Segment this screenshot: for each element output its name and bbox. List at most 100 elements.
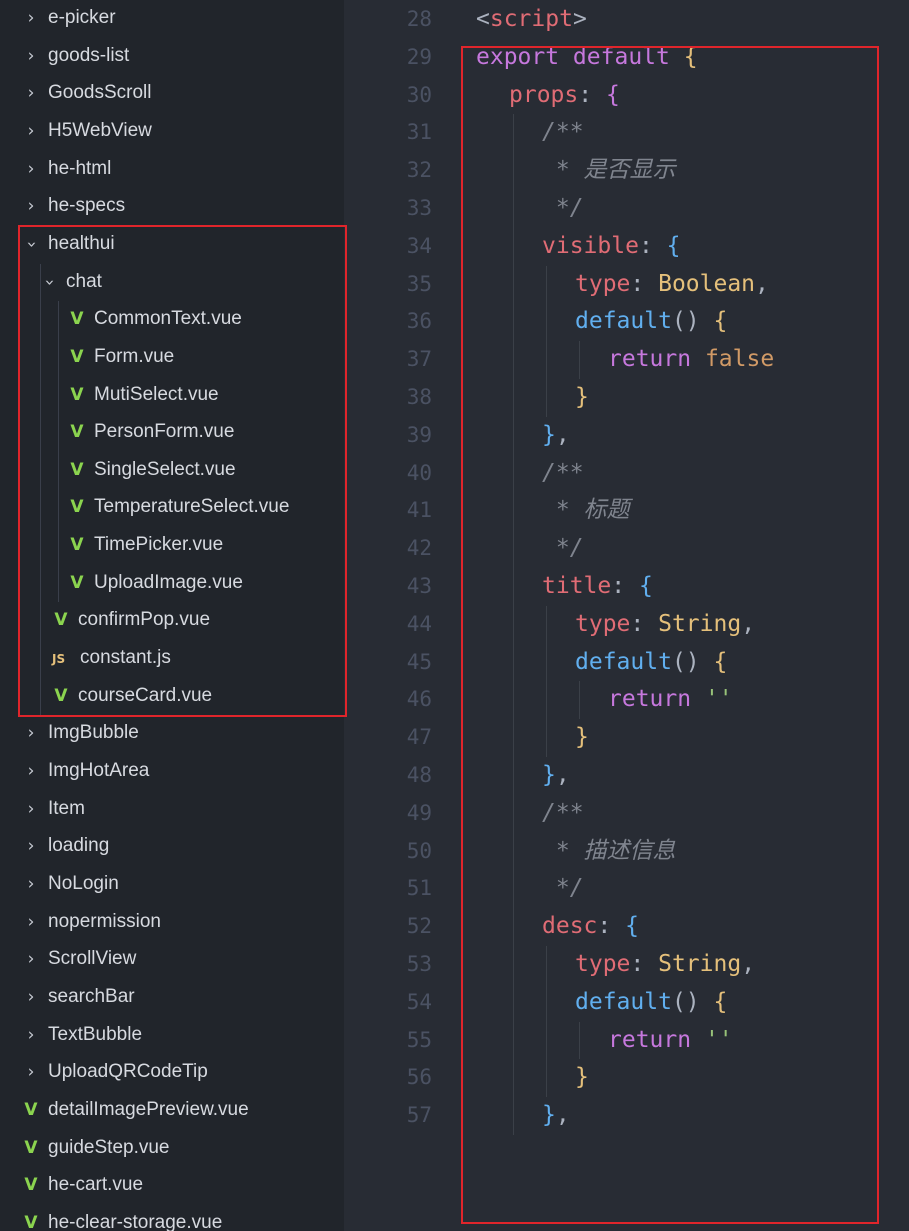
code-line[interactable]: default() { [575,984,727,1022]
sidebar-folder-item[interactable]: › chat [0,263,102,300]
code-token: */ [542,195,584,221]
sidebar-file-item[interactable]: VconfirmPop.vue [0,601,210,638]
code-line[interactable]: } [575,379,589,417]
code-line[interactable]: */ [542,870,584,908]
code-line[interactable]: } [575,1059,589,1097]
sidebar-file-item[interactable]: V SingleSelect.vue [0,451,235,488]
vue-file-icon: V [70,459,84,480]
sidebar-item-label: courseCard.vue [78,684,213,706]
sidebar-folder-item[interactable]: › goods-list [0,37,130,74]
code-token: : [630,951,659,977]
code-line[interactable]: */ [542,530,584,568]
sidebar-folder-item[interactable]: › NoLogin [0,865,119,902]
code-indent-guide [513,227,514,266]
sidebar-file-item[interactable]: V TimePicker.vue [0,526,223,563]
code-line[interactable]: /** [542,455,584,493]
code-token: } [575,1064,589,1091]
chevron-right-icon: › [27,723,35,744]
code-line[interactable]: /** [542,795,584,833]
code-indent-guide [579,341,580,379]
sidebar-item-label: searchBar [48,985,135,1007]
sidebar-file-item[interactable]: Vhe-cart.vue [0,1166,143,1203]
code-line[interactable]: export default { [476,39,698,77]
code-token: } [575,384,589,410]
code-line[interactable]: desc: { [542,908,639,946]
code-line[interactable]: type: String, [575,606,755,644]
sidebar-folder-item[interactable]: › he-specs [0,187,126,224]
code-line[interactable]: /** [542,114,584,152]
sidebar-item-label: ImgBubble [48,722,139,744]
code-line[interactable]: }, [542,757,570,795]
code-line[interactable]: type: String, [575,946,755,984]
sidebar-folder-item[interactable]: › e-picker [0,0,116,36]
chevron-right-icon: › [27,83,35,104]
sidebar-file-item[interactable]: V MutiSelect.vue [0,376,218,413]
sidebar-item-label: he-specs [48,195,126,217]
code-line[interactable]: title: { [542,568,653,606]
code-token: Boolean [658,270,756,297]
line-number: 31 [406,120,432,145]
chevron-right-icon: › [27,761,35,781]
code-line[interactable]: return '' [608,681,733,719]
vue-file-icon: V [70,535,84,556]
sidebar-folder-item[interactable]: › ScrollView [0,940,137,977]
code-line[interactable]: } [575,719,589,757]
code-token: , [755,270,769,297]
code-token: visible [542,232,639,259]
code-indent-guide [546,605,547,644]
code-token: } [542,421,556,448]
sidebar-folder-item[interactable]: › searchBar [0,978,135,1015]
sidebar-item-label: he-clear-storage.vue [48,1211,223,1231]
chevron-right-icon: › [27,1062,35,1083]
code-indent-guide [513,946,514,984]
sidebar-file-item[interactable]: Vhe-clear-storage.vue [0,1204,222,1231]
sidebar-folder-item[interactable]: › ImgBubble [0,714,139,751]
sidebar-folder-item[interactable]: › TextBubble [0,1016,142,1053]
code-line[interactable]: props: { [509,77,620,115]
code-line[interactable]: return false [608,341,774,379]
code-line[interactable]: return '' [608,1022,733,1060]
line-number: 51 [406,876,432,901]
sidebar-file-item[interactable]: V PersonForm.vue [0,413,234,450]
code-line[interactable]: */ [542,190,584,228]
sidebar-folder-item[interactable]: › GoodsScroll [0,74,152,111]
sidebar-folder-item[interactable]: › UploadQRCodeTip [0,1053,208,1090]
sidebar-file-item[interactable]: VcourseCard.vue [0,677,212,714]
sidebar-folder-item[interactable]: › Item [0,790,85,827]
sidebar-folder-item[interactable]: › loading [0,827,110,864]
sidebar-file-item[interactable]: V Form.vue [0,338,174,375]
code-line[interactable]: * 描述信息 [542,833,676,871]
code-line[interactable]: }, [542,417,570,455]
line-number: 34 [406,233,432,258]
sidebar-file-item[interactable]: V CommonText.vue [0,300,241,337]
line-number: 48 [406,763,432,787]
code-line[interactable]: * 是否显示 [542,152,676,190]
code-line[interactable]: <script> [476,1,587,39]
sidebar-folder-item[interactable]: › H5WebView [0,112,152,149]
code-indent-guide [513,983,514,1022]
code-token: { [713,308,728,335]
code-token: > [572,6,587,32]
code-indent-guide [513,190,514,228]
chevron-down-icon: › [39,278,60,286]
sidebar-folder-item[interactable]: › ImgHotArea [0,752,150,789]
sidebar-file-item[interactable]: JS constant.js [0,639,171,676]
code-line[interactable]: default() { [575,303,727,341]
chevron-right-icon: › [27,45,35,66]
code-line[interactable]: }, [542,1097,570,1135]
code-indent-guide [513,643,514,682]
sidebar-file-item[interactable]: VguideStep.vue [0,1129,169,1166]
code-editor[interactable]: 28 <script> 29 export default {30 props: {31… [344,0,909,1231]
sidebar-folder-item[interactable]: › healthui [0,225,115,262]
code-line[interactable]: * 标题 [542,492,630,530]
line-number: 55 [406,1027,432,1052]
sidebar-folder-item[interactable]: › he-html [0,150,112,187]
sidebar-item-label: TemperatureSelect.vue [94,496,290,518]
code-line[interactable]: visible: { [542,228,681,266]
code-line[interactable]: default() { [575,644,727,682]
code-line[interactable]: type: Boolean, [575,266,769,304]
sidebar-file-item[interactable]: VdetailImagePreview.vue [0,1091,248,1128]
sidebar-file-item[interactable]: V UploadImage.vue [0,564,243,601]
sidebar-folder-item[interactable]: › nopermission [0,903,161,940]
sidebar-file-item[interactable]: V TemperatureSelect.vue [0,488,289,525]
